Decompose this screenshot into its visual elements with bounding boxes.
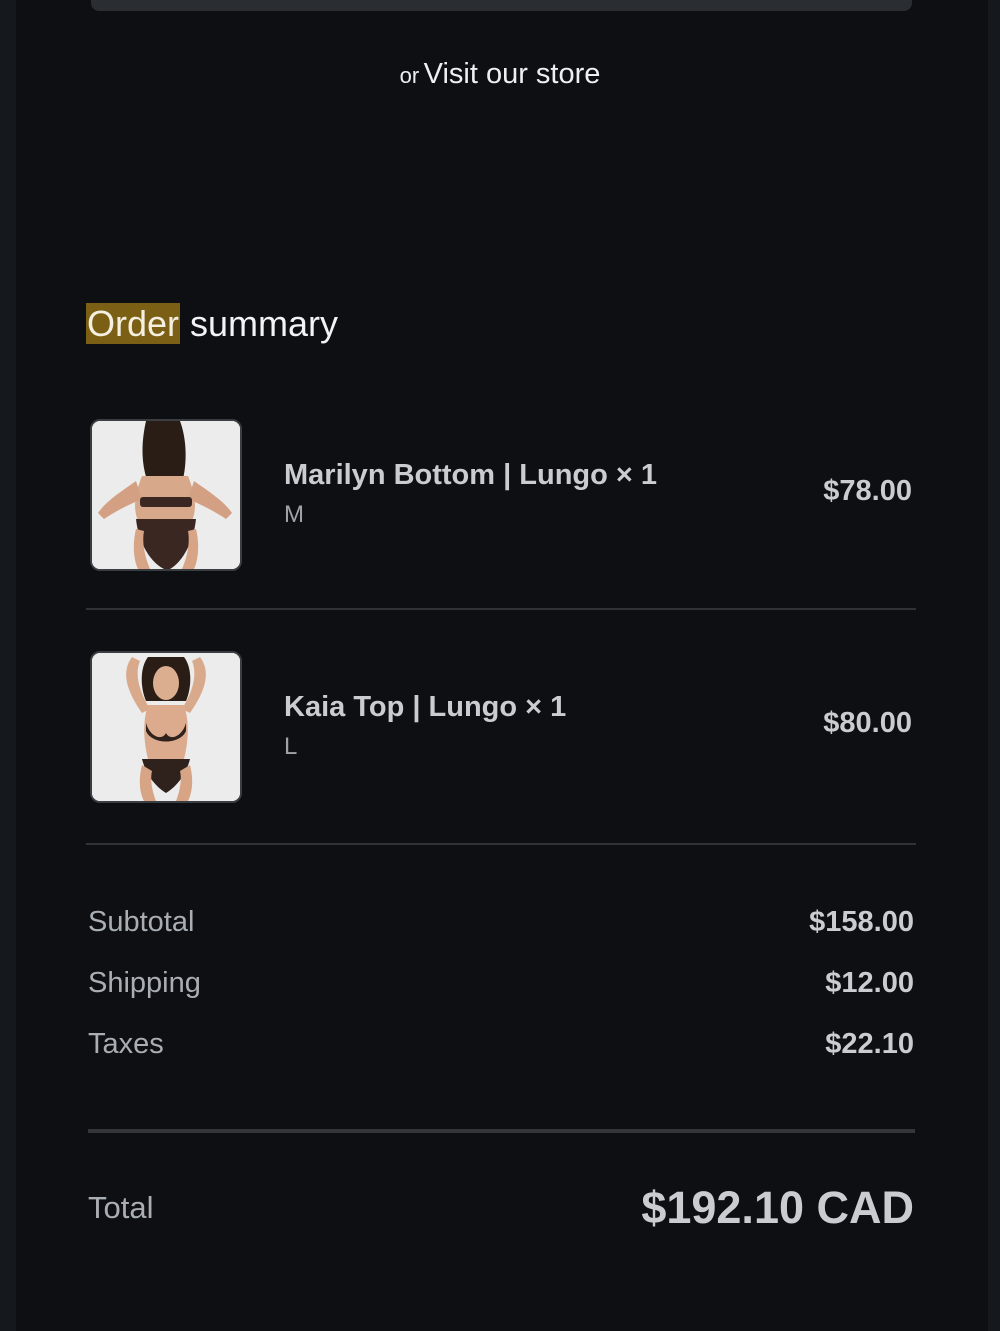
subtotal-label: Subtotal: [88, 906, 195, 938]
continue-button-edge[interactable]: [91, 0, 912, 11]
left-gutter: [0, 0, 16, 1331]
product-photo-icon: [92, 421, 240, 569]
shipping-row: Shipping $12.00: [88, 967, 914, 1007]
item-price: $78.00: [823, 475, 912, 507]
product-thumbnail: [90, 419, 242, 571]
item-variant: M: [284, 501, 304, 528]
taxes-row: Taxes $22.10: [88, 1028, 914, 1068]
line-item: Kaia Top | Lungo × 1 L $80.00: [90, 651, 915, 803]
item-variant: L: [284, 733, 298, 760]
item-price: $80.00: [823, 707, 912, 739]
product-photo-icon: [92, 653, 240, 801]
right-gutter: [988, 0, 1000, 1331]
visit-store-link[interactable]: Visit our store: [424, 58, 601, 90]
taxes-value: $22.10: [825, 1028, 914, 1060]
subtotal-row: Subtotal $158.00: [88, 906, 914, 946]
heading-rest: summary: [180, 303, 339, 344]
shipping-value: $12.00: [825, 967, 914, 999]
item-name: Kaia Top | Lungo × 1: [284, 691, 567, 723]
order-summary-heading: Order summary: [86, 301, 338, 347]
taxes-label: Taxes: [88, 1028, 164, 1060]
visit-store-line: or Visit our store: [0, 58, 1000, 91]
shipping-label: Shipping: [88, 967, 201, 999]
search-highlight: Order: [86, 303, 181, 344]
item-divider: [86, 608, 916, 610]
total-value: $192.10 CAD: [641, 1182, 914, 1233]
product-thumbnail: [90, 651, 242, 803]
or-text: or: [399, 63, 420, 88]
total-divider: [88, 1129, 915, 1133]
subtotal-value: $158.00: [809, 906, 914, 938]
item-divider: [86, 843, 916, 845]
total-label: Total: [88, 1190, 154, 1225]
line-item: Marilyn Bottom | Lungo × 1 M $78.00: [90, 419, 915, 571]
item-name: Marilyn Bottom | Lungo × 1: [284, 459, 658, 491]
